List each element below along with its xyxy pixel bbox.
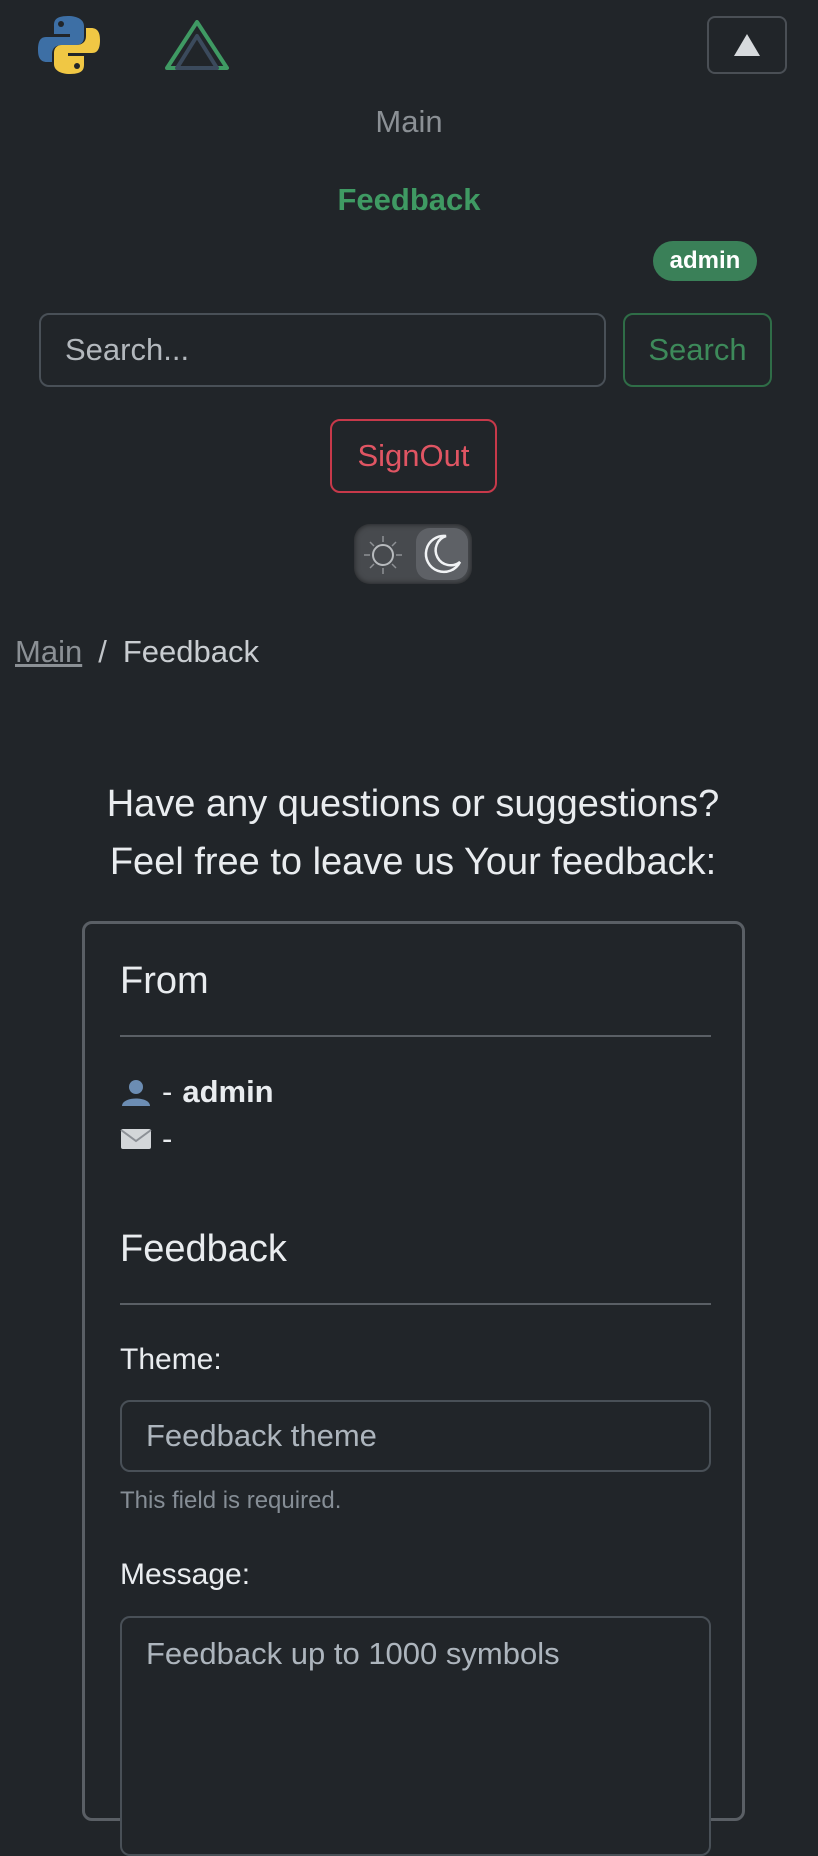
from-email-line: -: [120, 1121, 172, 1157]
user-badge: admin: [653, 241, 757, 281]
breadcrumb: Main / Feedback: [15, 634, 259, 670]
from-divider: [120, 1035, 711, 1037]
nav-link-feedback[interactable]: Feedback: [0, 182, 818, 218]
python-logo[interactable]: [36, 14, 102, 76]
theme-help-text: This field is required.: [120, 1487, 342, 1514]
navbar-toggler-button[interactable]: [707, 16, 787, 74]
nav-link-main[interactable]: Main: [0, 104, 818, 140]
from-username: admin: [182, 1074, 274, 1109]
feedback-heading: Feedback: [120, 1228, 287, 1270]
theme-toggle-knob: [416, 528, 468, 580]
search-input[interactable]: [39, 313, 606, 387]
intro-line-2: Feel free to leave us Your feedback:: [109, 841, 717, 883]
feedback-card: From - admin - Feedback Theme: This fiel…: [82, 921, 745, 1856]
theme-toggle[interactable]: [354, 524, 472, 584]
caret-up-icon: [734, 34, 760, 56]
moon-icon: [424, 534, 462, 574]
vue-logo[interactable]: [165, 20, 229, 70]
breadcrumb-separator: /: [98, 634, 107, 669]
from-heading: From: [120, 960, 209, 1002]
message-label: Message:: [120, 1558, 251, 1591]
message-textarea[interactable]: [120, 1616, 711, 1856]
breadcrumb-main-link[interactable]: Main: [15, 634, 82, 670]
feedback-intro: Have any questions or suggestions? Feel …: [0, 775, 818, 891]
search-button[interactable]: Search: [623, 313, 772, 387]
envelope-icon: [120, 1129, 152, 1149]
sun-icon: [364, 536, 402, 574]
user-icon: [122, 1080, 150, 1106]
theme-input[interactable]: [120, 1400, 711, 1472]
user-dash: -: [162, 1074, 173, 1109]
signout-button[interactable]: SignOut: [330, 419, 497, 493]
feedback-divider: [120, 1303, 711, 1305]
breadcrumb-current: Feedback: [122, 634, 259, 669]
intro-line-1: Have any questions or suggestions?: [106, 783, 720, 825]
from-user-line: - admin: [120, 1074, 274, 1110]
email-dash: -: [162, 1121, 173, 1156]
theme-label: Theme:: [120, 1343, 222, 1376]
